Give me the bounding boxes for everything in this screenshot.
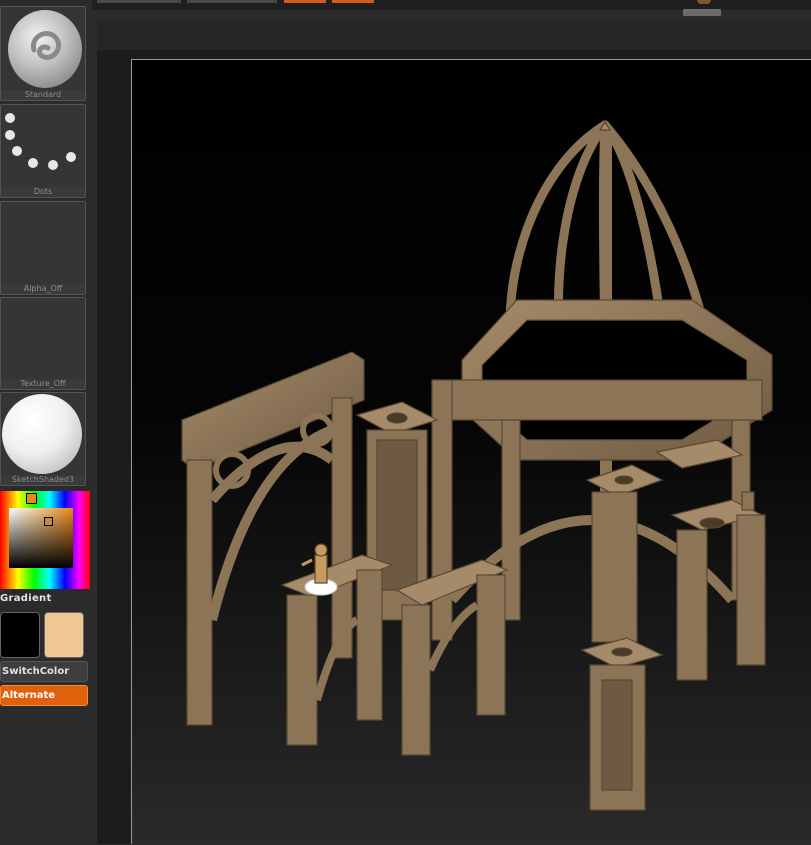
gradient-label[interactable]: Gradient <box>0 593 52 604</box>
alternate-button[interactable]: Alternate <box>0 685 88 706</box>
top-toolbar-button-active[interactable] <box>332 0 374 3</box>
hue-marker-icon[interactable] <box>26 493 37 504</box>
arch-wall-left <box>181 351 365 726</box>
saturation-value-square[interactable] <box>9 508 73 568</box>
material-label: SketchShaded3 <box>1 475 85 485</box>
brush-slot[interactable]: Standard <box>0 6 86 101</box>
standard-brush-icon <box>8 10 82 88</box>
left-tray: Standard Dots Alpha_Off Texture_Off Sket… <box>0 0 92 844</box>
switch-color-button[interactable]: SwitchColor <box>0 661 88 682</box>
swirl-icon <box>30 31 62 60</box>
top-toolbar-button[interactable] <box>187 0 277 3</box>
top-toolbar-button-active[interactable] <box>284 0 326 3</box>
main-color-swatch[interactable] <box>0 612 40 658</box>
material-sphere-icon <box>2 394 82 474</box>
document-header <box>97 20 811 50</box>
horizontal-scrollbar[interactable] <box>683 9 721 16</box>
color-picker[interactable] <box>0 491 90 589</box>
brush-label: Standard <box>1 90 85 100</box>
texture-label: Texture_Off <box>1 379 85 389</box>
3d-model <box>181 120 773 811</box>
top-toolbar-button[interactable] <box>97 0 181 3</box>
alpha-slot[interactable]: Alpha_Off <box>0 201 86 295</box>
stroke-label: Dots <box>1 187 85 197</box>
viewport-canvas[interactable] <box>131 59 811 844</box>
stroke-slot[interactable]: Dots <box>0 104 86 198</box>
secondary-color-swatch[interactable] <box>44 612 84 658</box>
color-marker-icon[interactable] <box>44 517 53 526</box>
texture-slot[interactable]: Texture_Off <box>0 297 86 390</box>
alpha-label: Alpha_Off <box>1 284 85 294</box>
material-slot[interactable]: SketchShaded3 <box>0 392 86 486</box>
color-marker-icon <box>697 0 711 4</box>
